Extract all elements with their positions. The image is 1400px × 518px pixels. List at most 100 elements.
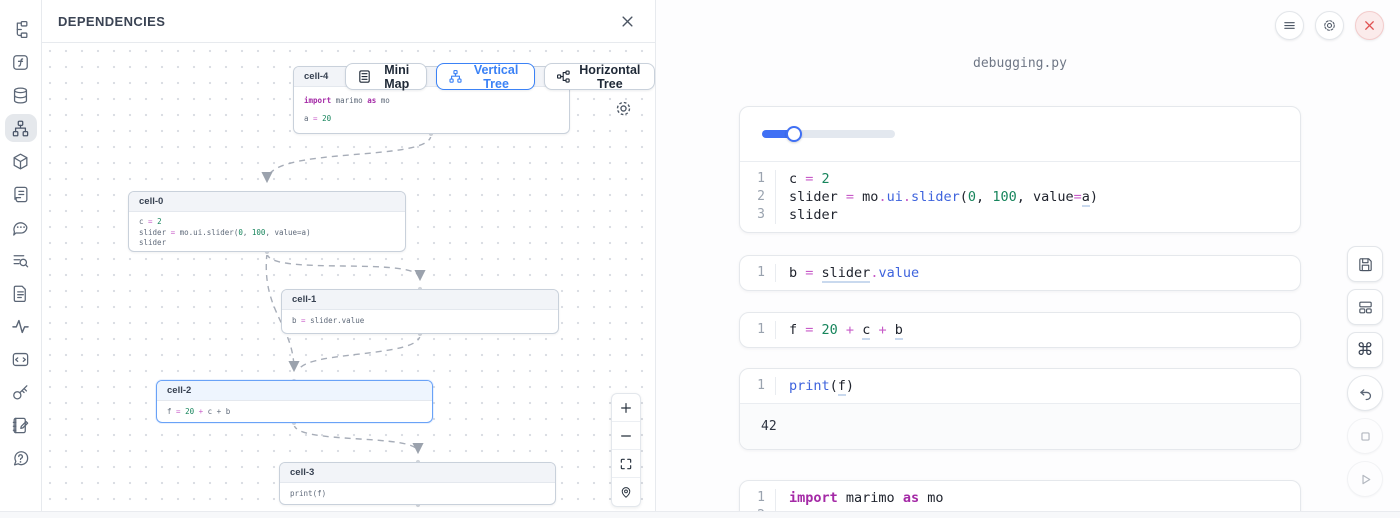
code-token: = xyxy=(838,189,862,205)
line-number-gutter: 1 xyxy=(740,321,776,339)
code-content[interactable]: f = 20 + c + b xyxy=(776,321,1300,339)
save-button[interactable] xyxy=(1347,246,1383,282)
fullscreen-icon xyxy=(619,457,633,471)
code-token: = xyxy=(797,322,821,338)
snippets-sidebar-item[interactable] xyxy=(8,282,34,304)
cell-output-widget xyxy=(740,107,1300,162)
node-code: import marimo as moa = 20 xyxy=(294,87,569,133)
code-token: f xyxy=(789,322,797,338)
node-title: cell-3 xyxy=(280,463,555,483)
line-number: 1 xyxy=(740,377,765,395)
code-token: + xyxy=(194,407,208,416)
help-sidebar-item[interactable] xyxy=(8,447,34,469)
close-panel-button[interactable] xyxy=(615,9,639,33)
packages-icon xyxy=(11,152,30,171)
code-line: import marimo as mo xyxy=(789,489,1300,507)
graph-settings-button[interactable] xyxy=(614,99,634,119)
line-number: 1 xyxy=(740,170,765,188)
settings-button[interactable] xyxy=(1315,11,1344,40)
stop-button[interactable] xyxy=(1347,418,1383,454)
code-token: mo xyxy=(919,490,943,506)
helper-sidebar xyxy=(0,0,42,518)
graph-node-cell-3[interactable]: cell-3print(f) xyxy=(279,462,556,505)
file-tree-sidebar-item[interactable] xyxy=(8,18,34,40)
layout-button[interactable] xyxy=(1347,289,1383,325)
pin-icon xyxy=(619,485,633,499)
line-number-gutter: 1 xyxy=(740,264,776,282)
close-icon xyxy=(620,14,635,29)
tracing-sidebar-item[interactable] xyxy=(8,315,34,337)
code-token: 20 xyxy=(185,407,194,416)
code-token: 20 xyxy=(822,322,838,338)
notebook-action-rail: ⌘ xyxy=(1347,246,1383,497)
edge-cell0-cell1 xyxy=(267,253,420,279)
code-token: ) xyxy=(846,378,854,394)
mini-map-button[interactable]: Mini Map xyxy=(345,63,427,90)
code-token: mo xyxy=(862,189,878,205)
code-token: value xyxy=(878,265,919,281)
graph-node-cell-2[interactable]: cell-2f = 20 + c + b xyxy=(156,380,433,423)
code-editor[interactable]: 1 print(f) xyxy=(740,369,1300,403)
chat-sidebar-item[interactable] xyxy=(8,216,34,238)
code-token: slider xyxy=(911,189,960,205)
undo-button[interactable] xyxy=(1347,375,1383,411)
code-content[interactable]: b = slider.value xyxy=(776,264,1300,282)
fit-view-button[interactable] xyxy=(612,450,640,478)
center-view-button[interactable] xyxy=(612,478,640,506)
node-title: cell-0 xyxy=(129,192,405,212)
code-content[interactable]: print(f) xyxy=(776,377,1300,395)
zoom-in-button[interactable] xyxy=(612,394,640,422)
shutdown-button[interactable] xyxy=(1355,11,1384,40)
node-code-line: f = 20 + c + b xyxy=(167,406,422,417)
code-token: , value xyxy=(1017,189,1074,205)
graph-node-cell-1[interactable]: cell-1 b = slider.value xyxy=(281,289,559,334)
code-editor[interactable]: 123c = 2slider = mo.ui.slider(0, 100, va… xyxy=(740,162,1300,232)
console-sidebar-item[interactable] xyxy=(8,348,34,370)
documentation-sidebar-item[interactable] xyxy=(8,183,34,205)
dependencies-sidebar-item[interactable] xyxy=(8,117,34,139)
zoom-out-button[interactable] xyxy=(612,422,640,450)
node-code-line: b = slider.value xyxy=(292,315,548,326)
mini-map-icon xyxy=(357,69,372,84)
notebook-top-actions xyxy=(1275,11,1384,40)
datasources-sidebar-item[interactable] xyxy=(8,84,34,106)
code-token: , xyxy=(243,228,252,237)
outline-sidebar-item[interactable] xyxy=(8,249,34,271)
horizontal-tree-button[interactable]: Horizontal Tree xyxy=(544,63,655,90)
file-tree-icon xyxy=(11,20,30,39)
scratchpad-sidebar-item[interactable] xyxy=(8,414,34,436)
node-title: cell-1 xyxy=(282,290,558,310)
code-token: ( xyxy=(960,189,968,205)
code-content[interactable]: c = 2slider = mo.ui.slider(0, 100, value… xyxy=(776,170,1300,224)
notebook-filename[interactable]: debugging.py xyxy=(739,56,1301,71)
run-button[interactable] xyxy=(1347,461,1383,497)
code-token: 2 xyxy=(822,171,830,187)
command-palette-button[interactable]: ⌘ xyxy=(1347,332,1383,368)
dependency-graph-canvas[interactable]: cell-4import marimo as moa = 20cell-0c =… xyxy=(42,43,655,518)
line-number: 1 xyxy=(740,321,765,339)
code-editor[interactable]: 1 f = 20 + c + b xyxy=(740,313,1300,347)
code-token: = xyxy=(172,407,186,416)
code-token: marimo xyxy=(838,490,903,506)
code-editor[interactable]: 1b = slider.value xyxy=(740,256,1300,290)
graph-node-cell-0[interactable]: cell-0c = 2slider = mo.ui.slider(0, 100,… xyxy=(128,191,406,252)
slider-handle[interactable] xyxy=(786,126,802,142)
code-token: a xyxy=(1082,189,1090,207)
packages-sidebar-item[interactable] xyxy=(8,150,34,172)
vertical-tree-button[interactable]: Vertical Tree xyxy=(436,63,534,90)
code-token: = xyxy=(1074,189,1082,205)
menu-button[interactable] xyxy=(1275,11,1304,40)
slider-widget[interactable] xyxy=(762,129,895,139)
datasources-icon xyxy=(11,86,30,105)
notebook-area: debugging.py 123c = 2slider = mo.ui.slid… xyxy=(656,0,1400,518)
close-icon xyxy=(1362,18,1377,33)
snippets-icon xyxy=(11,284,30,303)
code-token: , xyxy=(976,189,992,205)
variables-sidebar-item[interactable] xyxy=(8,51,34,73)
secrets-sidebar-item[interactable] xyxy=(8,381,34,403)
node-code: b = slider.value xyxy=(282,310,558,331)
horizontal-tree-icon xyxy=(556,69,571,84)
code-token: ( xyxy=(830,378,838,394)
layout-icon xyxy=(1357,299,1374,316)
documentation-icon xyxy=(11,185,30,204)
